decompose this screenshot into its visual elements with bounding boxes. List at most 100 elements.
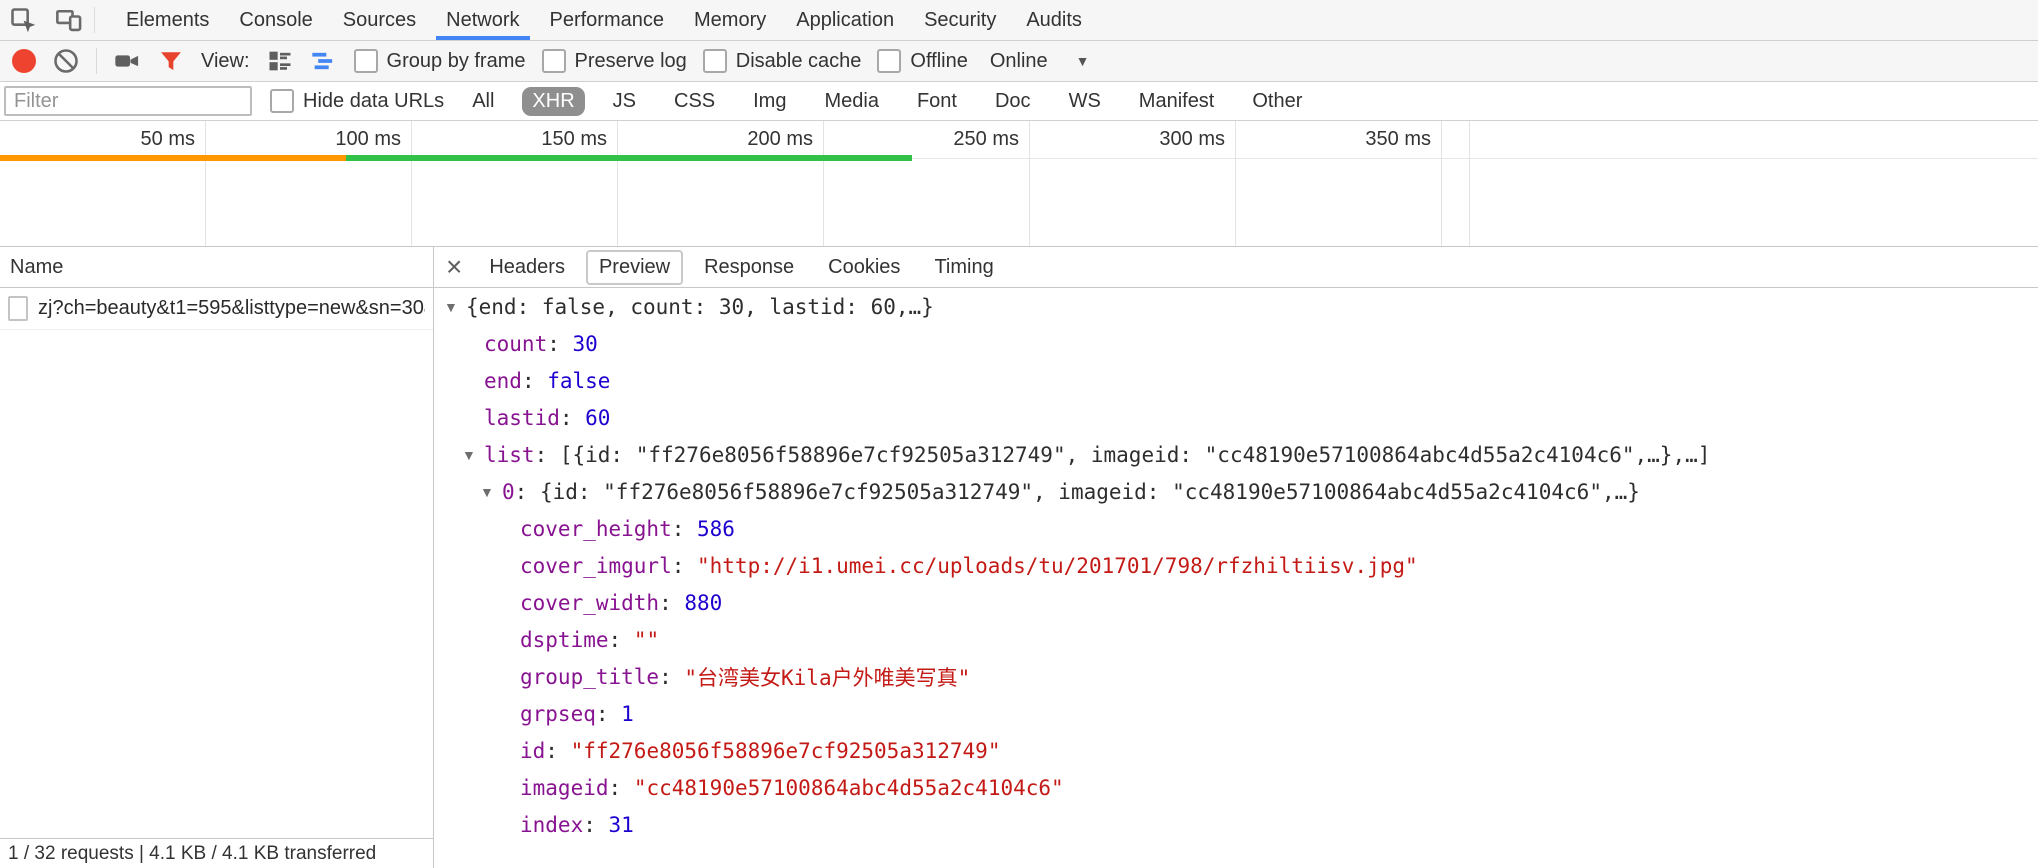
timeline-tick-label: 150 ms — [541, 128, 607, 151]
preserve-log-label: Preserve log — [575, 50, 687, 73]
token-plain: : [{id: "ff276e8056f58896e7cf92505a31274… — [535, 443, 1711, 467]
group-by-frame-checkbox[interactable] — [354, 49, 378, 73]
tab-sources[interactable]: Sources — [328, 0, 431, 40]
token-plain: : — [672, 554, 697, 578]
filter-type-media[interactable]: Media — [814, 87, 888, 116]
disable-cache-checkbox-group[interactable]: Disable cache — [703, 49, 862, 73]
token-str: "" — [634, 628, 659, 652]
filter-input[interactable] — [4, 86, 252, 116]
inspect-cursor-icon — [9, 6, 37, 34]
disable-cache-checkbox[interactable] — [703, 49, 727, 73]
preview-tree-row[interactable]: ▼{end: false, count: 30, lastid: 60,…} — [434, 288, 2038, 325]
preserve-log-checkbox-group[interactable]: Preserve log — [542, 49, 687, 73]
tab-memory[interactable]: Memory — [679, 0, 781, 40]
token-num: 880 — [684, 591, 722, 615]
token-str: "ff276e8056f58896e7cf92505a312749" — [571, 739, 1001, 763]
name-column-header[interactable]: Name — [0, 247, 433, 288]
timeline-end-gridline — [1469, 121, 1470, 246]
preview-tree-row: lastid: 60 — [434, 399, 2038, 436]
summary-text: 1 / 32 requests | 4.1 KB / 4.1 KB transf… — [8, 843, 376, 865]
tab-elements[interactable]: Elements — [111, 0, 224, 40]
request-row[interactable]: zj?ch=beauty&t1=595&listtype=new&sn=30&l… — [0, 288, 433, 330]
inspect-element-button[interactable] — [0, 0, 46, 40]
device-toolbar-button[interactable] — [46, 0, 92, 40]
token-plain: {end: false, count: 30, lastid: 60,…} — [466, 295, 934, 319]
detail-tab-headers[interactable]: Headers — [476, 250, 578, 285]
offline-label: Offline — [910, 50, 967, 73]
detail-pane: × HeadersPreviewResponseCookiesTiming ▼{… — [434, 247, 2038, 868]
tab-audits[interactable]: Audits — [1011, 0, 1097, 40]
overview-band-green — [346, 155, 912, 161]
token-plain: : — [522, 369, 547, 393]
filter-type-img[interactable]: Img — [743, 87, 796, 116]
detail-tab-timing[interactable]: Timing — [921, 250, 1006, 285]
hide-data-urls-checkbox-group[interactable]: Hide data URLs — [270, 89, 444, 113]
tab-network[interactable]: Network — [431, 0, 534, 40]
token-plain: : — [659, 591, 684, 615]
token-name: index — [520, 813, 583, 837]
divider — [94, 7, 95, 33]
file-icon — [8, 296, 28, 321]
token-plain: : — [545, 739, 570, 763]
filter-type-ws[interactable]: WS — [1059, 87, 1111, 116]
hide-data-urls-checkbox[interactable] — [270, 89, 294, 113]
timeline-gridline — [1441, 121, 1442, 246]
token-str: "http://i1.umei.cc/uploads/tu/201701/798… — [697, 554, 1418, 578]
detail-tab-response[interactable]: Response — [691, 250, 807, 285]
filter-funnel-icon[interactable] — [157, 47, 185, 75]
tab-security[interactable]: Security — [909, 0, 1011, 40]
name-header-label: Name — [10, 256, 63, 279]
close-icon[interactable]: × — [446, 253, 462, 281]
token-num: 30 — [573, 332, 598, 356]
expand-arrow-icon[interactable]: ▼ — [480, 484, 502, 500]
offline-checkbox[interactable] — [877, 49, 901, 73]
timeline-gridline — [823, 121, 824, 246]
filter-type-other[interactable]: Other — [1242, 87, 1312, 116]
devtools-window: ElementsConsoleSourcesNetworkPerformance… — [0, 0, 2038, 868]
filter-type-css[interactable]: CSS — [664, 87, 725, 116]
preserve-log-checkbox[interactable] — [542, 49, 566, 73]
token-name: cover_height — [520, 517, 672, 541]
network-main-area: Name zj?ch=beauty&t1=595&listtype=new&sn… — [0, 247, 2038, 868]
show-overview-waterfall-icon[interactable] — [310, 47, 338, 75]
throttling-select[interactable]: Online ▼ — [990, 50, 1090, 73]
filter-type-all[interactable]: All — [462, 87, 504, 116]
filter-type-manifest[interactable]: Manifest — [1129, 87, 1225, 116]
filter-type-js[interactable]: JS — [603, 87, 646, 116]
timeline-gridline — [1029, 121, 1030, 246]
preview-tree-row: group_title: "台湾美女Kila户外唯美写真" — [434, 658, 2038, 695]
tab-console[interactable]: Console — [224, 0, 327, 40]
token-name: imageid — [520, 776, 609, 800]
preview-tree-row: count: 30 — [434, 325, 2038, 362]
expand-arrow-icon[interactable]: ▼ — [444, 299, 466, 315]
expand-arrow-icon[interactable]: ▼ — [462, 447, 484, 463]
preview-tree-row[interactable]: ▼0: {id: "ff276e8056f58896e7cf92505a3127… — [434, 473, 2038, 510]
token-plain: : — [560, 406, 585, 430]
tab-application[interactable]: Application — [781, 0, 909, 40]
token-num: 31 — [609, 813, 634, 837]
preview-tree-row: cover_height: 586 — [434, 510, 2038, 547]
large-rows-view-icon[interactable] — [266, 47, 294, 75]
token-plain: : — [609, 628, 634, 652]
preview-tree-row: end: false — [434, 362, 2038, 399]
token-plain: : — [609, 776, 634, 800]
token-plain: : {id: "ff276e8056f58896e7cf92505a312749… — [515, 480, 1640, 504]
detail-tab-preview[interactable]: Preview — [586, 250, 683, 285]
capture-screenshots-camera-icon[interactable] — [113, 47, 141, 75]
group-by-frame-checkbox-group[interactable]: Group by frame — [354, 49, 526, 73]
offline-checkbox-group[interactable]: Offline — [877, 49, 967, 73]
filter-type-xhr[interactable]: XHR — [522, 87, 584, 116]
filter-type-font[interactable]: Font — [907, 87, 967, 116]
preview-tree: ▼{end: false, count: 30, lastid: 60,…}co… — [434, 288, 2038, 868]
filter-type-doc[interactable]: Doc — [985, 87, 1041, 116]
clear-button[interactable] — [52, 47, 80, 75]
preview-tree-row: imageid: "cc48190e57100864abc4d55a2c4104… — [434, 769, 2038, 806]
divider — [96, 48, 97, 74]
chevron-down-icon: ▼ — [1076, 53, 1090, 69]
preview-tree-row[interactable]: ▼list: [{id: "ff276e8056f58896e7cf92505a… — [434, 436, 2038, 473]
token-name: dsptime — [520, 628, 609, 652]
timeline-overview[interactable]: 50 ms100 ms150 ms200 ms250 ms300 ms350 m… — [0, 121, 2038, 247]
tab-performance[interactable]: Performance — [535, 0, 680, 40]
record-button[interactable] — [12, 49, 36, 73]
detail-tab-cookies[interactable]: Cookies — [815, 250, 913, 285]
